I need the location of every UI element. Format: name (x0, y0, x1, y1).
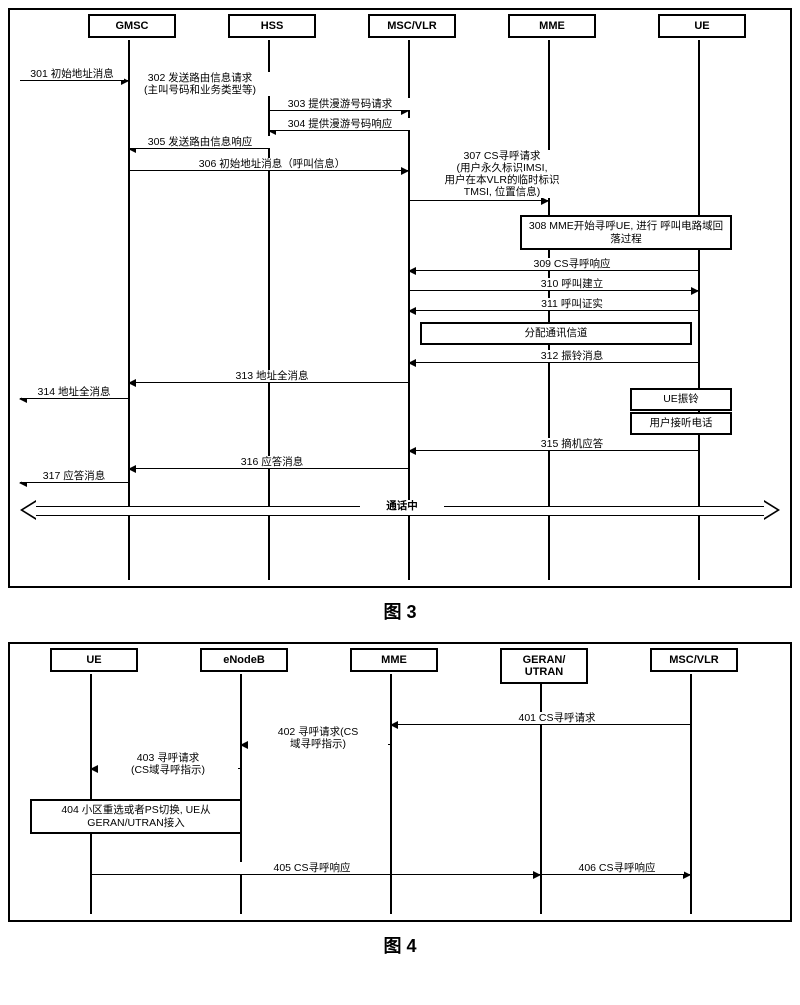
fig3-actor-ue: UE (658, 14, 746, 38)
fig3-arrow-310 (409, 290, 698, 291)
fig3-label-307: 307 CS寻呼请求 (用户永久标识IMSI, 用户在本VLR的临时标识 TMS… (415, 150, 589, 198)
fig3-actor-hss: HSS (228, 14, 316, 38)
fig4-sequence-diagram: UE eNodeB MME GERAN/ UTRAN MSC/VLR 401 C… (8, 642, 792, 922)
fig4-lifeline-mme (390, 674, 392, 914)
fig3-label-305: 305 发送路由信息响应 (130, 136, 270, 148)
fig4-block-404: 404 小区重选或者PS切换, UE从 GERAN/UTRAN接入 (30, 799, 242, 834)
fig3-label-303: 303 提供漫游号码请求 (270, 98, 410, 110)
fig4-lifeline-ue (90, 674, 92, 914)
fig4-arrow-406 (541, 874, 690, 875)
fig4-label-406: 406 CS寻呼响应 (550, 862, 684, 874)
fig3-arrow-305 (129, 148, 268, 149)
fig4-caption: 图 4 (8, 932, 792, 958)
fig3-label-312: 312 振铃消息 (510, 350, 634, 362)
fig4-label-403: 403 寻呼请求 (CS域寻呼指示) (98, 752, 238, 776)
fig3-block-channel: 分配通讯信道 (420, 322, 692, 345)
fig3-block-ue-answer: 用户接听电话 (630, 412, 732, 435)
fig4-actor-enodeb: eNodeB (200, 648, 288, 672)
fig3-arrow-303 (269, 110, 408, 111)
fig3-block-ue-ring: UE振铃 (630, 388, 732, 411)
fig3-arrow-307 (409, 200, 548, 201)
fig3-arrow-301 (20, 80, 128, 81)
fig3-label-311: 311 呼叫证实 (510, 298, 634, 310)
fig3-label-talking: 通话中 (360, 500, 444, 512)
fig4-actor-ue: UE (50, 648, 138, 672)
fig3-label-302: 302 发送路由信息请求 (主叫号码和业务类型等) (130, 72, 270, 96)
fig4-arrow-401 (391, 724, 690, 725)
fig3-block-308: 308 MME开始寻呼UE, 进行 呼叫电路域回落过程 (520, 215, 732, 250)
fig3-label-313: 313 地址全消息 (210, 370, 334, 382)
fig3-label-310: 310 呼叫建立 (510, 278, 634, 290)
fig4-actor-mscvlr: MSC/VLR (650, 648, 738, 672)
fig3-lifeline-ue (698, 40, 700, 580)
fig3-arrow-317 (20, 482, 128, 483)
fig3-arrow-312 (409, 362, 698, 363)
fig3-caption: 图 3 (8, 598, 792, 624)
fig4-actor-mme: MME (350, 648, 438, 672)
fig3-lifeline-gmsc (128, 40, 130, 580)
fig4-arrow-405 (91, 874, 540, 875)
fig3-label-306: 306 初始地址消息（呼叫信息） (170, 158, 374, 170)
fig3-arrow-315 (409, 450, 698, 451)
fig3-arrow-313 (129, 382, 408, 383)
fig3-actor-mscvlr: MSC/VLR (368, 14, 456, 38)
fig4-label-401: 401 CS寻呼请求 (480, 712, 634, 724)
fig3-label-304: 304 提供漫游号码响应 (270, 118, 410, 130)
fig3-arrow-309 (409, 270, 698, 271)
fig4-lifeline-enodeb (240, 674, 242, 914)
fig3-label-301: 301 初始地址消息 (20, 68, 124, 80)
fig4-label-405: 405 CS寻呼响应 (240, 862, 384, 874)
fig3-arrow-311 (409, 310, 698, 311)
fig3-arrow-304 (269, 130, 408, 131)
fig3-arrow-314 (20, 398, 128, 399)
fig3-actor-gmsc: GMSC (88, 14, 176, 38)
fig3-arrow-316 (129, 468, 408, 469)
fig3-actor-mme: MME (508, 14, 596, 38)
fig3-arrow-306 (129, 170, 408, 171)
fig3-label-314: 314 地址全消息 (22, 386, 126, 398)
fig3-label-316: 316 应答消息 (210, 456, 334, 468)
fig3-label-309: 309 CS寻呼响应 (510, 258, 634, 270)
fig3-sequence-diagram: GMSC HSS MSC/VLR MME UE 301 初始地址消息 302 发… (8, 8, 792, 588)
fig3-label-317: 317 应答消息 (22, 470, 126, 482)
fig3-label-315: 315 摘机应答 (510, 438, 634, 450)
fig4-actor-geran: GERAN/ UTRAN (500, 648, 588, 684)
fig4-label-402: 402 寻呼请求(CS 域寻呼指示) (248, 726, 388, 750)
